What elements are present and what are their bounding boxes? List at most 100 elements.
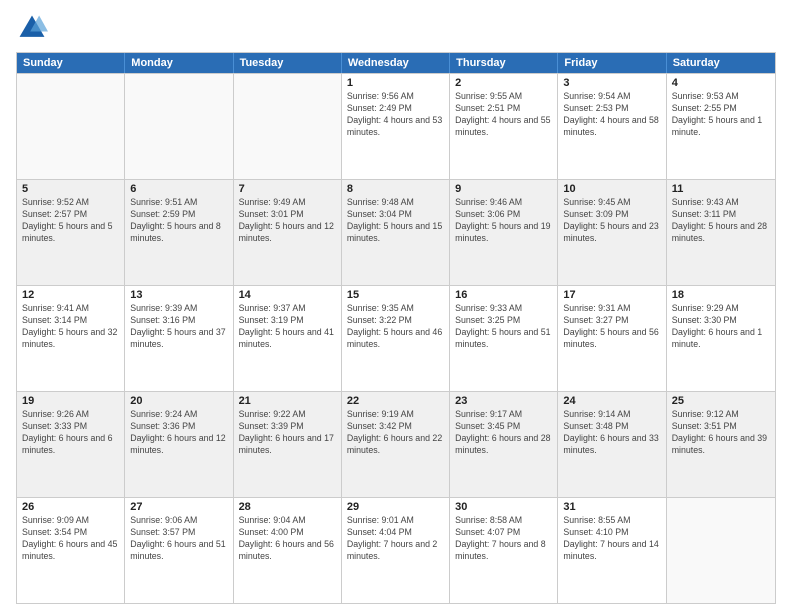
cell-info: Sunrise: 9:52 AM Sunset: 2:57 PM Dayligh… [22, 197, 119, 245]
calendar-cell: 24 Sunrise: 9:14 AM Sunset: 3:48 PM Dayli… [558, 392, 666, 497]
day-number: 11 [672, 183, 770, 195]
calendar-cell: 29 Sunrise: 9:01 AM Sunset: 4:04 PM Dayli… [342, 498, 450, 603]
cell-info: Sunrise: 9:01 AM Sunset: 4:04 PM Dayligh… [347, 515, 444, 563]
cell-info: Sunrise: 9:19 AM Sunset: 3:42 PM Dayligh… [347, 409, 444, 457]
cell-info: Sunrise: 9:14 AM Sunset: 3:48 PM Dayligh… [563, 409, 660, 457]
calendar-cell: 10Sunrise: 9:45 AM Sunset: 3:09 PM Dayli… [558, 180, 666, 285]
day-number: 25 [672, 395, 770, 407]
calendar-cell: 7 Sunrise: 9:49 AM Sunset: 3:01 PM Daylig… [234, 180, 342, 285]
calendar-row: 19 Sunrise: 9:26 AM Sunset: 3:33 PM Dayli… [17, 391, 775, 497]
cell-info: Sunrise: 9:24 AM Sunset: 3:36 PM Dayligh… [130, 409, 227, 457]
calendar-row: 5 Sunrise: 9:52 AM Sunset: 2:57 PM Daylig… [17, 179, 775, 285]
header [16, 12, 776, 44]
calendar-row: 26 Sunrise: 9:09 AM Sunset: 3:54 PM Dayli… [17, 497, 775, 603]
day-number: 1 [347, 77, 444, 89]
page: SundayMondayTuesdayWednesdayThursdayFrid… [0, 0, 792, 612]
calendar-body: 1 Sunrise: 9:56 AM Sunset: 2:49 PM Daylig… [17, 73, 775, 603]
calendar-cell: 12Sunrise: 9:41 AM Sunset: 3:14 PM Dayli… [17, 286, 125, 391]
calendar-row: 1 Sunrise: 9:56 AM Sunset: 2:49 PM Daylig… [17, 73, 775, 179]
calendar-cell: 8Sunrise: 9:48 AM Sunset: 3:04 PM Daylig… [342, 180, 450, 285]
calendar-cell: 4Sunrise: 9:53 AM Sunset: 2:55 PM Daylig… [667, 74, 775, 179]
day-number: 27 [130, 501, 227, 513]
calendar-cell: 3 Sunrise: 9:54 AM Sunset: 2:53 PM Daylig… [558, 74, 666, 179]
cell-info: Sunrise: 9:12 AM Sunset: 3:51 PM Dayligh… [672, 409, 770, 457]
cell-info: Sunrise: 9:04 AM Sunset: 4:00 PM Dayligh… [239, 515, 336, 563]
day-number: 15 [347, 289, 444, 301]
cell-info: Sunrise: 9:26 AM Sunset: 3:33 PM Dayligh… [22, 409, 119, 457]
day-number: 29 [347, 501, 444, 513]
cell-info: Sunrise: 9:49 AM Sunset: 3:01 PM Dayligh… [239, 197, 336, 245]
weekday-header: Tuesday [234, 53, 342, 73]
calendar-header: SundayMondayTuesdayWednesdayThursdayFrid… [17, 53, 775, 73]
cell-info: Sunrise: 9:09 AM Sunset: 3:54 PM Dayligh… [22, 515, 119, 563]
calendar-cell: 18 Sunrise: 9:29 AM Sunset: 3:30 PM Dayli… [667, 286, 775, 391]
weekday-header: Wednesday [342, 53, 450, 73]
cell-info: Sunrise: 9:46 AM Sunset: 3:06 PM Dayligh… [455, 197, 552, 245]
calendar-cell [125, 74, 233, 179]
day-number: 23 [455, 395, 552, 407]
weekday-header: Thursday [450, 53, 558, 73]
day-number: 4 [672, 77, 770, 89]
day-number: 21 [239, 395, 336, 407]
day-number: 28 [239, 501, 336, 513]
day-number: 2 [455, 77, 552, 89]
calendar-cell: 5 Sunrise: 9:52 AM Sunset: 2:57 PM Daylig… [17, 180, 125, 285]
cell-info: Sunrise: 9:35 AM Sunset: 3:22 PM Dayligh… [347, 303, 444, 351]
cell-info: Sunrise: 8:55 AM Sunset: 4:10 PM Dayligh… [563, 515, 660, 563]
day-number: 3 [563, 77, 660, 89]
calendar-cell: 22 Sunrise: 9:19 AM Sunset: 3:42 PM Dayli… [342, 392, 450, 497]
logo-icon [16, 12, 48, 44]
cell-info: Sunrise: 9:43 AM Sunset: 3:11 PM Dayligh… [672, 197, 770, 245]
calendar-cell: 11 Sunrise: 9:43 AM Sunset: 3:11 PM Dayli… [667, 180, 775, 285]
calendar-cell: 28 Sunrise: 9:04 AM Sunset: 4:00 PM Dayli… [234, 498, 342, 603]
cell-info: Sunrise: 9:56 AM Sunset: 2:49 PM Dayligh… [347, 91, 444, 139]
weekday-header: Sunday [17, 53, 125, 73]
calendar-row: 12Sunrise: 9:41 AM Sunset: 3:14 PM Dayli… [17, 285, 775, 391]
cell-info: Sunrise: 9:33 AM Sunset: 3:25 PM Dayligh… [455, 303, 552, 351]
day-number: 22 [347, 395, 444, 407]
calendar-cell: 14 Sunrise: 9:37 AM Sunset: 3:19 PM Dayli… [234, 286, 342, 391]
weekday-header: Monday [125, 53, 233, 73]
day-number: 5 [22, 183, 119, 195]
cell-info: Sunrise: 9:45 AM Sunset: 3:09 PM Dayligh… [563, 197, 660, 245]
cell-info: Sunrise: 9:39 AM Sunset: 3:16 PM Dayligh… [130, 303, 227, 351]
day-number: 7 [239, 183, 336, 195]
calendar-cell: 19 Sunrise: 9:26 AM Sunset: 3:33 PM Dayli… [17, 392, 125, 497]
calendar-cell: 21 Sunrise: 9:22 AM Sunset: 3:39 PM Dayli… [234, 392, 342, 497]
day-number: 24 [563, 395, 660, 407]
day-number: 13 [130, 289, 227, 301]
day-number: 19 [22, 395, 119, 407]
calendar-cell: 20 Sunrise: 9:24 AM Sunset: 3:36 PM Dayli… [125, 392, 233, 497]
calendar-cell: 26 Sunrise: 9:09 AM Sunset: 3:54 PM Dayli… [17, 498, 125, 603]
calendar-cell: 31 Sunrise: 8:55 AM Sunset: 4:10 PM Dayli… [558, 498, 666, 603]
day-number: 14 [239, 289, 336, 301]
day-number: 30 [455, 501, 552, 513]
day-number: 20 [130, 395, 227, 407]
calendar-cell: 2 Sunrise: 9:55 AM Sunset: 2:51 PM Daylig… [450, 74, 558, 179]
calendar-cell: 13 Sunrise: 9:39 AM Sunset: 3:16 PM Dayli… [125, 286, 233, 391]
day-number: 31 [563, 501, 660, 513]
cell-info: Sunrise: 9:51 AM Sunset: 2:59 PM Dayligh… [130, 197, 227, 245]
weekday-header: Friday [558, 53, 666, 73]
day-number: 12 [22, 289, 119, 301]
cell-info: Sunrise: 9:29 AM Sunset: 3:30 PM Dayligh… [672, 303, 770, 351]
cell-info: Sunrise: 8:58 AM Sunset: 4:07 PM Dayligh… [455, 515, 552, 563]
logo [16, 12, 52, 44]
cell-info: Sunrise: 9:31 AM Sunset: 3:27 PM Dayligh… [563, 303, 660, 351]
calendar-cell [234, 74, 342, 179]
calendar-cell: 27Sunrise: 9:06 AM Sunset: 3:57 PM Dayli… [125, 498, 233, 603]
day-number: 17 [563, 289, 660, 301]
day-number: 26 [22, 501, 119, 513]
cell-info: Sunrise: 9:55 AM Sunset: 2:51 PM Dayligh… [455, 91, 552, 139]
day-number: 8 [347, 183, 444, 195]
calendar: SundayMondayTuesdayWednesdayThursdayFrid… [16, 52, 776, 604]
calendar-cell: 1 Sunrise: 9:56 AM Sunset: 2:49 PM Daylig… [342, 74, 450, 179]
cell-info: Sunrise: 9:22 AM Sunset: 3:39 PM Dayligh… [239, 409, 336, 457]
cell-info: Sunrise: 9:54 AM Sunset: 2:53 PM Dayligh… [563, 91, 660, 139]
calendar-cell [667, 498, 775, 603]
day-number: 18 [672, 289, 770, 301]
cell-info: Sunrise: 9:37 AM Sunset: 3:19 PM Dayligh… [239, 303, 336, 351]
calendar-cell: 17 Sunrise: 9:31 AM Sunset: 3:27 PM Dayli… [558, 286, 666, 391]
weekday-header: Saturday [667, 53, 775, 73]
calendar-cell: 6Sunrise: 9:51 AM Sunset: 2:59 PM Daylig… [125, 180, 233, 285]
